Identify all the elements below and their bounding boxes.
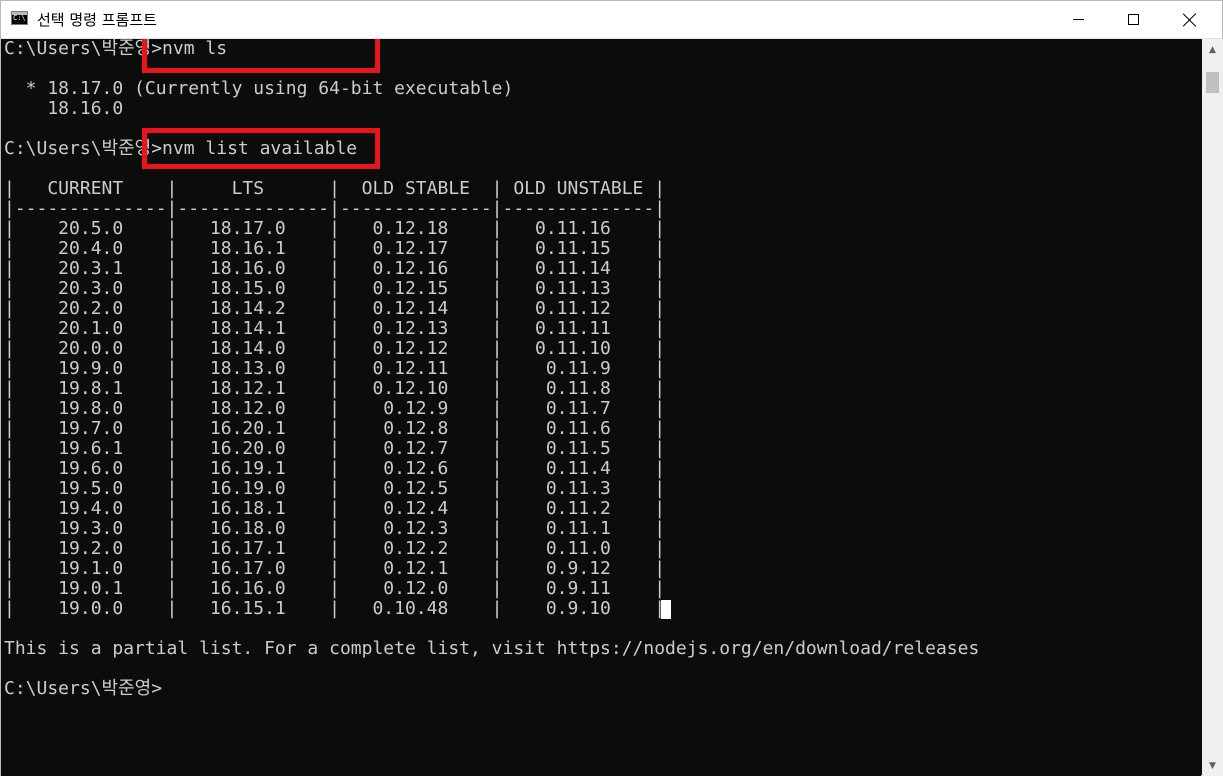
scroll-up-arrow-icon[interactable]: ▲ (1202, 39, 1223, 60)
minimize-icon (1072, 19, 1084, 20)
table-row: | 19.5.0 | 16.19.0 | 0.12.5 | 0.11.3 | (4, 478, 666, 499)
command-prompt-line[interactable]: C:\Users\박준영> (4, 679, 162, 699)
console-output[interactable]: C:\Users\박준영>nvm ls * 18.17.0 (Currently… (1, 39, 1201, 776)
console-line: 18.16.0 (4, 98, 124, 119)
scroll-down-arrow-icon[interactable]: ▼ (1202, 755, 1223, 776)
vertical-scrollbar[interactable]: ▲ ▼ (1202, 39, 1223, 776)
console-line: * 18.17.0 (Currently using 64-bit execut… (4, 78, 514, 99)
table-row: | 19.4.0 | 16.18.1 | 0.12.4 | 0.11.2 | (4, 498, 666, 519)
command-prompt-window: C:\ 선택 명령 프롬프트 C:\Users\박준영>nvm ls * 18.… (0, 0, 1223, 776)
table-row: | 20.4.0 | 18.16.1 | 0.12.17 | 0.11.15 | (4, 238, 666, 259)
table-row: | 19.8.1 | 18.12.1 | 0.12.10 | 0.11.8 | (4, 378, 666, 399)
table-row: | 19.3.0 | 16.18.0 | 0.12.3 | 0.11.1 | (4, 518, 666, 539)
close-icon (1183, 13, 1197, 27)
nvm-ls-highlight-box (142, 39, 380, 73)
table-header-row: | CURRENT | LTS | OLD STABLE | OLD UNSTA… (4, 178, 666, 199)
cmd-icon[interactable]: C:\ (11, 11, 28, 25)
maximize-icon (1127, 14, 1139, 25)
maximize-button[interactable] (1106, 1, 1160, 38)
table-row: | 19.0.0 | 16.15.1 | 0.10.48 | 0.9.10 | (4, 598, 666, 619)
table-row: | 19.0.1 | 16.16.0 | 0.12.0 | 0.9.11 | (4, 578, 666, 599)
table-row: | 19.7.0 | 16.20.1 | 0.12.8 | 0.11.6 | (4, 418, 666, 439)
table-separator: |--------------|--------------|---------… (4, 198, 666, 219)
cmd-icon-label: C:\ (13, 14, 26, 22)
table-row: | 19.6.1 | 16.20.0 | 0.12.7 | 0.11.5 | (4, 438, 666, 459)
table-row: | 20.1.0 | 18.14.1 | 0.12.13 | 0.11.11 | (4, 318, 666, 339)
minimize-button[interactable] (1051, 1, 1105, 38)
table-row: | 20.0.0 | 18.14.0 | 0.12.12 | 0.11.10 | (4, 338, 666, 359)
table-row: | 20.5.0 | 18.17.0 | 0.12.18 | 0.11.16 | (4, 218, 666, 239)
table-row: | 19.8.0 | 18.12.0 | 0.12.9 | 0.11.7 | (4, 398, 666, 419)
table-row: | 20.3.1 | 18.16.0 | 0.12.16 | 0.11.14 | (4, 258, 666, 279)
table-row: | 19.6.0 | 16.19.1 | 0.12.6 | 0.11.4 | (4, 458, 666, 479)
partial-list-note: This is a partial list. For a complete l… (4, 638, 980, 659)
table-row: | 20.3.0 | 18.15.0 | 0.12.15 | 0.11.13 | (4, 278, 666, 299)
close-button[interactable] (1163, 1, 1217, 38)
title-bar[interactable]: C:\ 선택 명령 프롬프트 (1, 1, 1222, 39)
table-row: | 19.2.0 | 16.17.1 | 0.12.2 | 0.11.0 | (4, 538, 666, 559)
text-cursor (661, 600, 671, 619)
table-row: | 20.2.0 | 18.14.2 | 0.12.14 | 0.11.12 | (4, 298, 666, 319)
table-row: | 19.1.0 | 16.17.0 | 0.12.1 | 0.9.12 | (4, 558, 666, 579)
scroll-thumb[interactable] (1206, 72, 1219, 93)
table-row: | 19.9.0 | 18.13.0 | 0.12.11 | 0.11.9 | (4, 358, 666, 379)
nvm-list-available-highlight-box (142, 128, 380, 169)
window-title: 선택 명령 프롬프트 (37, 11, 157, 29)
